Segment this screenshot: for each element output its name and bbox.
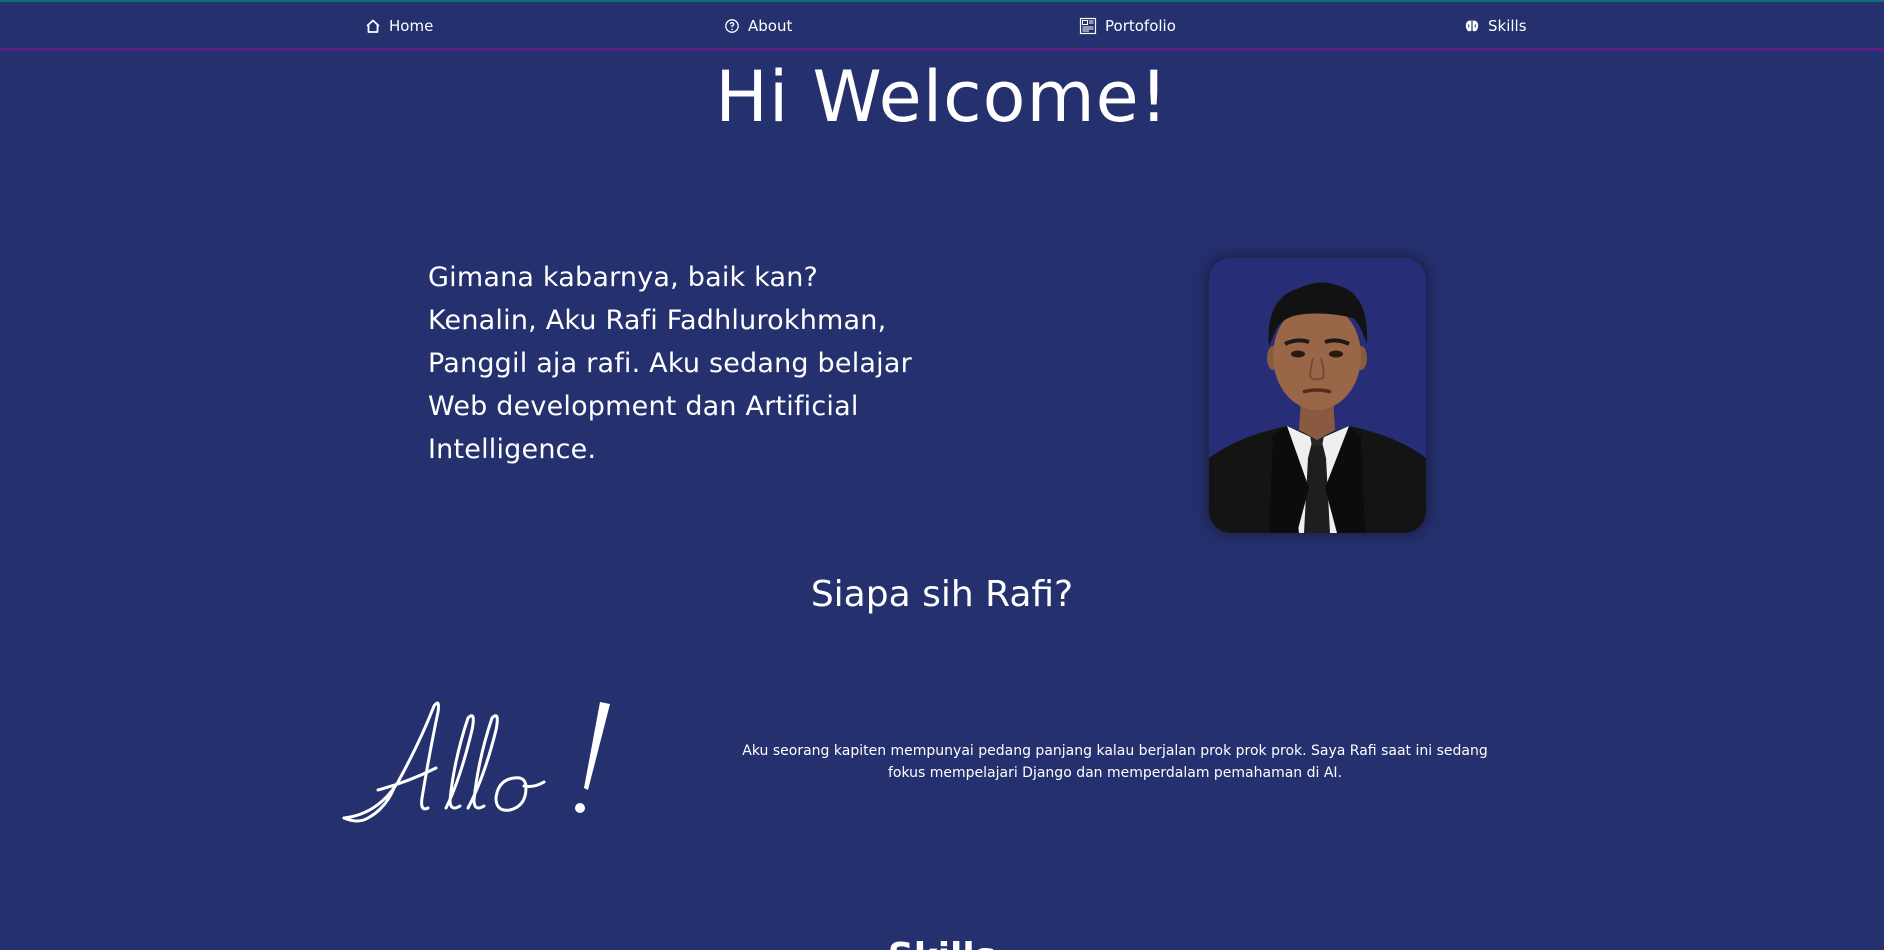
nav-item-about[interactable]: About bbox=[724, 2, 792, 50]
skills-section-title: Skills bbox=[0, 932, 1884, 950]
nav-item-skills[interactable]: Skills bbox=[1464, 2, 1527, 50]
info-icon bbox=[724, 18, 740, 34]
hero-title: Hi Welcome! bbox=[715, 56, 1169, 138]
nav-label-portfolio: Portofolio bbox=[1105, 17, 1176, 35]
home-icon bbox=[365, 18, 381, 34]
page: Home About Portofolio Skills Hi Welcome!… bbox=[0, 0, 1884, 950]
nav-label-skills: Skills bbox=[1488, 17, 1527, 35]
allo-signature bbox=[338, 690, 658, 830]
skills-icon bbox=[1464, 18, 1480, 34]
portfolio-icon bbox=[1079, 17, 1097, 35]
nav-label-home: Home bbox=[389, 17, 434, 35]
nav-item-home[interactable]: Home bbox=[365, 2, 433, 50]
profile-photo bbox=[1209, 258, 1426, 533]
intro-text: Gimana kabarnya, baik kan? Kenalin, Aku … bbox=[428, 262, 912, 465]
nav-label-about: About bbox=[748, 17, 793, 35]
about-text: Aku seorang kapiten mempunyai pedang pan… bbox=[742, 743, 1488, 781]
navbar: Home About Portofolio Skills bbox=[0, 0, 1884, 51]
nav-item-portfolio[interactable]: Portofolio bbox=[1079, 2, 1176, 50]
about-section-title: Siapa sih Rafi? bbox=[810, 574, 1074, 615]
